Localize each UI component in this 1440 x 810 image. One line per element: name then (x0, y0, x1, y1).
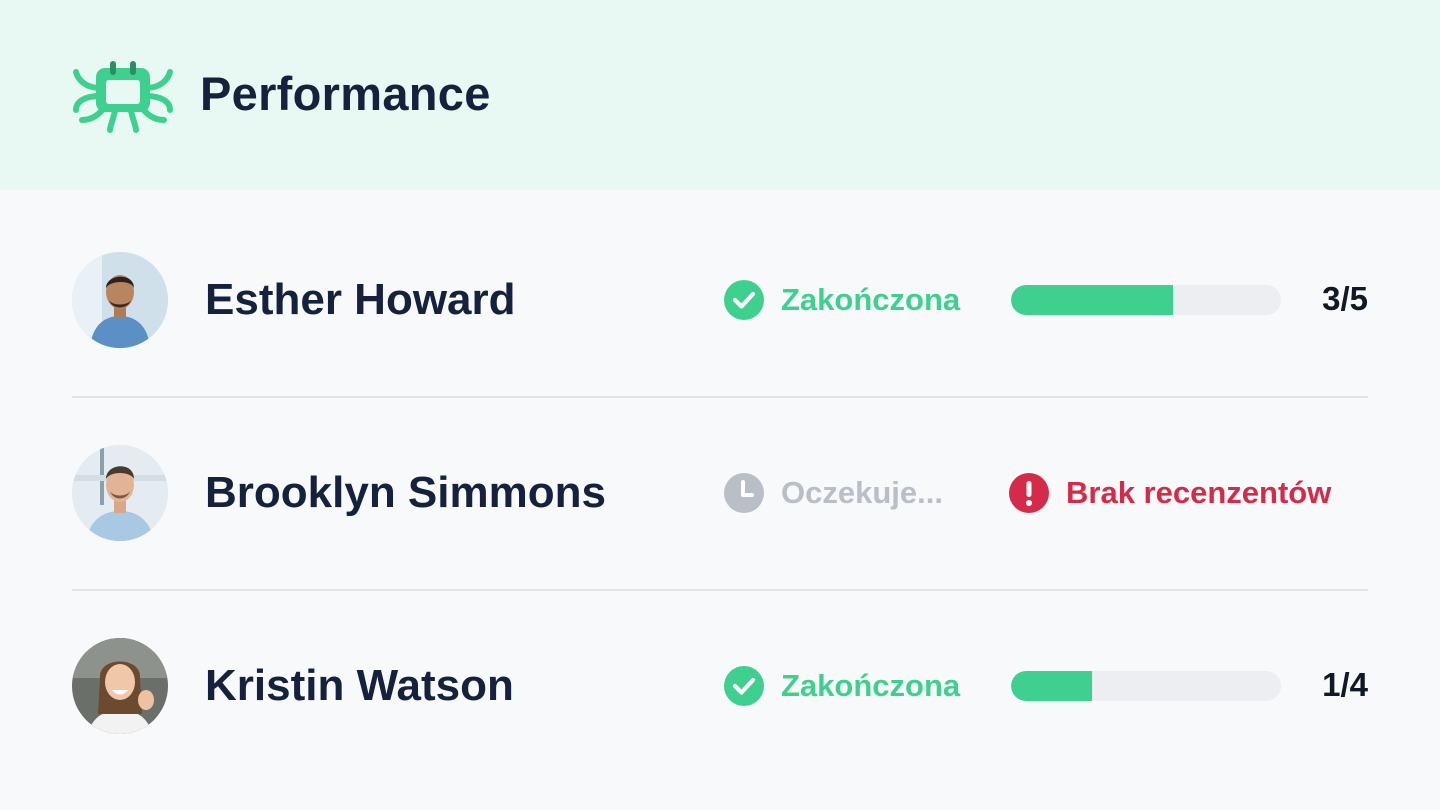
alert-label: Brak recenzentów (1066, 475, 1332, 510)
avatar (72, 638, 168, 734)
progress-fill (1011, 671, 1092, 701)
page-title: Performance (200, 67, 491, 120)
check-circle-icon (724, 280, 764, 320)
status-label: Zakończona (781, 282, 961, 317)
progress-bar (1011, 671, 1281, 701)
avatar (72, 445, 168, 541)
progress-fill (1011, 285, 1173, 315)
octopus-calendar-logo-icon (73, 61, 173, 133)
clock-icon (724, 473, 764, 513)
list-item-brooklyn-simmons[interactable]: Brooklyn Simmons Oczekuje... Brak recenz… (72, 397, 1368, 590)
status-label: Oczekuje... (781, 475, 943, 510)
header: Performance (0, 0, 1440, 190)
list-item-esther-howard[interactable]: Esther Howard Zakończona 3/5 (72, 204, 1368, 397)
progress-ratio: 3/5 (1322, 280, 1368, 317)
check-circle-icon (724, 666, 764, 706)
avatar (72, 252, 168, 348)
alert-badge: Brak recenzentów (1008, 472, 1331, 514)
status-label: Zakończona (781, 668, 961, 703)
person-name: Brooklyn Simmons (205, 468, 606, 517)
progress-ratio: 1/4 (1322, 666, 1368, 703)
progress-bar (1011, 285, 1281, 315)
exclamation-circle-icon (1009, 473, 1049, 513)
list-item-kristin-watson[interactable]: Kristin Watson Zakończona 1/4 (72, 590, 1368, 783)
status-badge: Zakończona (723, 279, 960, 321)
status-badge: Oczekuje... (723, 472, 943, 514)
person-name: Kristin Watson (205, 661, 514, 710)
person-name: Esther Howard (205, 275, 516, 324)
status-badge: Zakończona (723, 665, 960, 707)
